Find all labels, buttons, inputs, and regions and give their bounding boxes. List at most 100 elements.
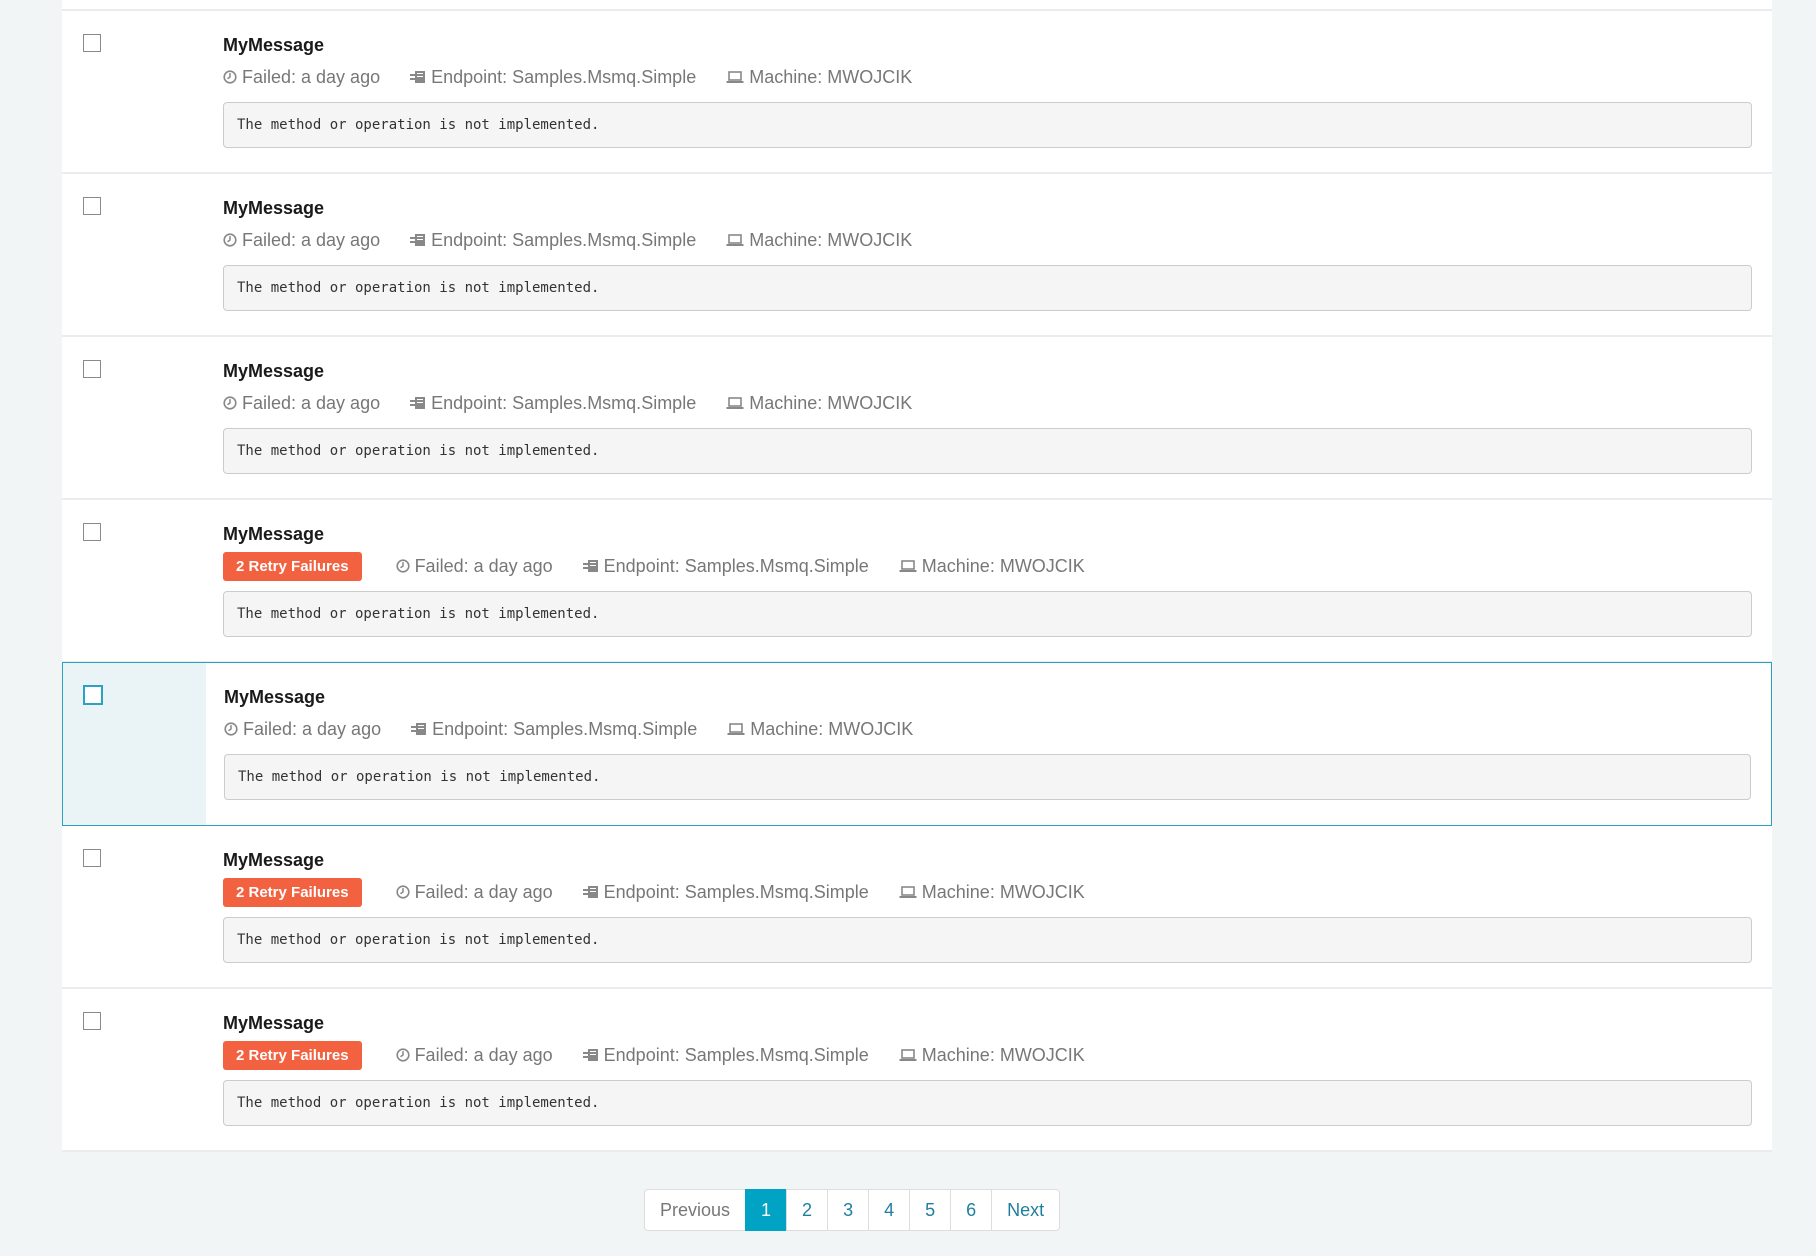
- clock-icon: [395, 559, 410, 573]
- failed-time-text: Failed: a day ago: [414, 881, 553, 902]
- exception-message: The method or operation is not implement…: [223, 917, 1752, 963]
- message-title[interactable]: MyMessage: [223, 522, 1752, 546]
- message-meta: Failed: a day ago Endpoint: Samples.Msmq…: [223, 60, 1752, 94]
- failed-time-text: Failed: a day ago: [242, 392, 381, 413]
- machine-text: Machine: MWOJCIK: [921, 881, 1085, 902]
- message-meta: Failed: a day ago Endpoint: Samples.Msmq…: [224, 712, 1751, 746]
- message-row[interactable]: MyMessage Failed: a day ago Endpoint: Sa…: [62, 174, 1772, 337]
- failed-time: Failed: a day ago: [395, 881, 553, 903]
- clock-icon: [224, 722, 238, 736]
- select-checkbox[interactable]: [83, 685, 103, 705]
- select-checkbox[interactable]: [83, 1012, 101, 1030]
- machine-text: Machine: MWOJCIK: [750, 718, 914, 739]
- clock-icon: [223, 233, 237, 247]
- endpoint-text: Endpoint: Samples.Msmq.Simple: [432, 718, 698, 739]
- clock-icon: [223, 70, 237, 84]
- laptop-icon: [899, 559, 917, 572]
- retry-failures-badge: 2 Retry Failures: [223, 877, 362, 907]
- message-title[interactable]: MyMessage: [224, 685, 1751, 709]
- server-icon: [410, 71, 426, 83]
- failed-time-text: Failed: a day ago: [242, 229, 381, 250]
- message-content: MyMessage 2 Retry Failures Failed: a day…: [223, 1011, 1752, 1126]
- select-checkbox[interactable]: [83, 849, 101, 867]
- select-checkbox[interactable]: [83, 34, 101, 52]
- failed-time-text: Failed: a day ago: [414, 1044, 553, 1065]
- checkbox-column: [62, 989, 205, 1150]
- failed-time: Failed: a day ago: [223, 67, 380, 88]
- endpoint-info: Endpoint: Samples.Msmq.Simple: [410, 393, 696, 414]
- laptop-icon: [727, 722, 745, 735]
- failed-time-text: Failed: a day ago: [243, 718, 382, 739]
- message-title[interactable]: MyMessage: [223, 196, 1752, 220]
- message-title[interactable]: MyMessage: [223, 33, 1752, 57]
- message-row[interactable]: MyMessage Failed: a day ago Endpoint: Sa…: [62, 337, 1772, 500]
- exception-message: The method or operation is not implement…: [223, 1080, 1752, 1126]
- message-title[interactable]: MyMessage: [223, 848, 1752, 872]
- exception-message: The method or operation is not implement…: [223, 102, 1752, 148]
- message-row[interactable]: MyMessage 2 Retry Failures Failed: a day…: [62, 989, 1772, 1152]
- endpoint-info: Endpoint: Samples.Msmq.Simple: [582, 555, 869, 577]
- endpoint-info: Endpoint: Samples.Msmq.Simple: [410, 230, 696, 251]
- machine-text: Machine: MWOJCIK: [749, 229, 913, 250]
- endpoint-text: Endpoint: Samples.Msmq.Simple: [431, 66, 697, 87]
- message-row[interactable]: MyMessage 2 Retry Failures Failed: a day…: [62, 500, 1772, 663]
- exception-message: The method or operation is not implement…: [223, 428, 1752, 474]
- checkbox-column: [62, 174, 205, 335]
- message-row[interactable]: MyMessage Failed: a day ago Endpoint: Sa…: [62, 11, 1772, 174]
- page-1-button[interactable]: 1: [745, 1189, 788, 1231]
- page-3-button[interactable]: 3: [827, 1189, 870, 1231]
- checkbox-column: [62, 500, 205, 661]
- laptop-icon: [726, 233, 744, 246]
- machine-info: Machine: MWOJCIK: [727, 719, 913, 740]
- endpoint-info: Endpoint: Samples.Msmq.Simple: [411, 719, 697, 740]
- server-icon: [582, 886, 598, 898]
- page-6-button[interactable]: 6: [950, 1189, 993, 1231]
- endpoint-text: Endpoint: Samples.Msmq.Simple: [431, 229, 697, 250]
- checkbox-column: [62, 11, 205, 172]
- failed-time-text: Failed: a day ago: [414, 555, 553, 576]
- select-checkbox[interactable]: [83, 523, 101, 541]
- message-meta: Failed: a day ago Endpoint: Samples.Msmq…: [223, 386, 1752, 420]
- retry-failures-badge: 2 Retry Failures: [223, 551, 362, 581]
- machine-info: Machine: MWOJCIK: [899, 1045, 1085, 1066]
- clock-icon: [395, 885, 410, 899]
- select-checkbox[interactable]: [83, 197, 101, 215]
- page-4-button[interactable]: 4: [868, 1189, 911, 1231]
- machine-text: Machine: MWOJCIK: [921, 555, 1085, 576]
- failed-time: Failed: a day ago: [395, 1044, 553, 1066]
- exception-message: The method or operation is not implement…: [223, 591, 1752, 637]
- next-page-button[interactable]: Next: [991, 1189, 1061, 1231]
- machine-text: Machine: MWOJCIK: [749, 66, 913, 87]
- endpoint-info: Endpoint: Samples.Msmq.Simple: [582, 1045, 869, 1066]
- server-icon: [411, 723, 427, 735]
- message-content: MyMessage Failed: a day ago Endpoint: Sa…: [223, 196, 1752, 311]
- message-meta: 2 Retry Failures Failed: a day ago Endpo…: [223, 1038, 1752, 1072]
- laptop-icon: [899, 1048, 917, 1061]
- endpoint-text: Endpoint: Samples.Msmq.Simple: [603, 881, 869, 902]
- message-content: MyMessage Failed: a day ago Endpoint: Sa…: [224, 685, 1751, 800]
- checkbox-column: [62, 337, 205, 498]
- failed-time-text: Failed: a day ago: [242, 66, 381, 87]
- server-icon: [410, 397, 426, 409]
- checkbox-column: [62, 826, 205, 987]
- previous-page-button[interactable]: Previous: [644, 1189, 747, 1231]
- failed-time: Failed: a day ago: [223, 230, 380, 251]
- page-5-button[interactable]: 5: [909, 1189, 952, 1231]
- laptop-icon: [899, 885, 917, 898]
- message-title[interactable]: MyMessage: [223, 1011, 1752, 1035]
- retry-failures-badge: 2 Retry Failures: [223, 1040, 362, 1070]
- list-top-edge: [62, 0, 1772, 11]
- endpoint-text: Endpoint: Samples.Msmq.Simple: [431, 392, 697, 413]
- endpoint-text: Endpoint: Samples.Msmq.Simple: [603, 555, 869, 576]
- page-2-button[interactable]: 2: [786, 1189, 829, 1231]
- message-meta: Failed: a day ago Endpoint: Samples.Msmq…: [223, 223, 1752, 257]
- select-checkbox[interactable]: [83, 360, 101, 378]
- message-meta: 2 Retry Failures Failed: a day ago Endpo…: [223, 549, 1752, 583]
- pagination: Previous 1 2 3 4 5 6 Next: [644, 1189, 1061, 1231]
- server-icon: [582, 1049, 598, 1061]
- message-title[interactable]: MyMessage: [223, 359, 1752, 383]
- message-row[interactable]: MyMessage Failed: a day ago Endpoint: Sa…: [62, 662, 1772, 826]
- message-row[interactable]: MyMessage 2 Retry Failures Failed: a day…: [62, 826, 1772, 989]
- message-content: MyMessage Failed: a day ago Endpoint: Sa…: [223, 33, 1752, 148]
- clock-icon: [223, 396, 237, 410]
